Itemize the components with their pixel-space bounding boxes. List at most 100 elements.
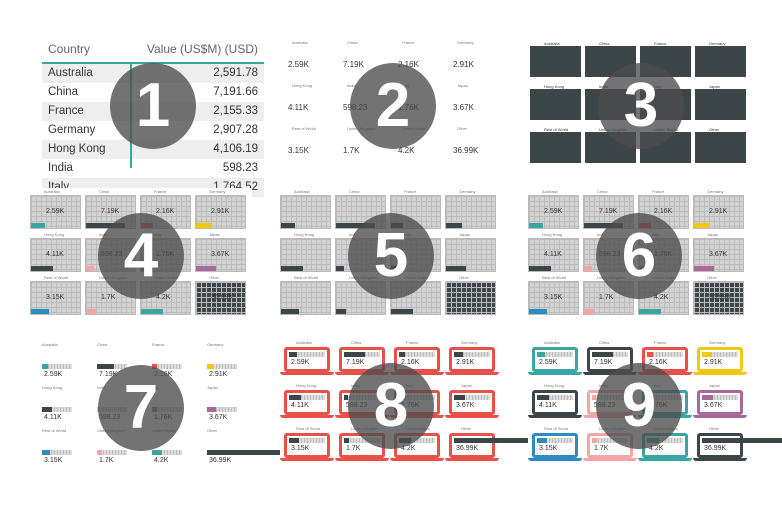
- country-label: Japan: [209, 232, 220, 237]
- value-label: 2.91K: [209, 371, 228, 378]
- value-label: 2.91K: [211, 208, 230, 215]
- country-label: Hong Kong: [296, 383, 317, 388]
- dark-tile: [530, 132, 581, 163]
- value-label: 7.19K: [343, 60, 364, 69]
- country-label: Hong Kong: [294, 232, 315, 237]
- value-label: 1.7K: [99, 457, 114, 464]
- country-label: Germany: [707, 189, 724, 194]
- mini-fill: [537, 395, 549, 400]
- cell-value: 598.23: [222, 162, 258, 174]
- header-value[interactable]: Value (US$M) (USD): [147, 42, 258, 56]
- country-label: China: [97, 342, 108, 347]
- country-label: Rest of World: [296, 426, 321, 431]
- waffle-fill: [336, 266, 344, 271]
- panel-number-3: 3: [598, 62, 684, 149]
- header-country[interactable]: Country: [48, 42, 90, 56]
- value-label: 3.15K: [544, 294, 563, 301]
- value-label: 2.59K: [288, 60, 309, 69]
- mini-waffle: [42, 407, 72, 412]
- value-label: 3.67K: [209, 414, 228, 421]
- value-label: 7.19K: [599, 208, 618, 215]
- value-label: 4.11K: [288, 103, 309, 112]
- waffle-fill: [391, 309, 414, 314]
- country-label: Australia: [296, 340, 312, 345]
- country-label: China: [347, 40, 358, 45]
- value-label: 3.67K: [211, 251, 230, 258]
- value-label: 2.91K: [456, 359, 475, 366]
- waffle-fill: [529, 266, 552, 271]
- laptop-base: [445, 458, 499, 461]
- value-label: 3.67K: [456, 402, 475, 409]
- value-label: 2.59K: [46, 208, 65, 215]
- waffle-grid: [445, 195, 496, 229]
- country-label: Japan: [461, 383, 472, 388]
- mini-fill: [454, 395, 465, 400]
- panel-4: 4 Australia 2.59K China 7.19K France 2.16K Germ…: [30, 188, 252, 323]
- country-label: Rest of World: [44, 275, 69, 280]
- laptop-base: [390, 458, 444, 461]
- mini-waffle: [97, 450, 127, 455]
- mini-fill: [97, 364, 115, 369]
- dark-tile: [695, 46, 746, 77]
- waffle-fill: [639, 309, 662, 314]
- table-row[interactable]: India 598.23: [42, 159, 264, 178]
- value-label: 2.16K: [654, 208, 673, 215]
- laptop-base: [583, 458, 637, 461]
- mini-waffle: [702, 395, 738, 400]
- mini-waffle: [42, 450, 72, 455]
- country-label: Rest of World: [544, 426, 569, 431]
- mini-fill: [592, 438, 598, 443]
- laptop-base: [638, 458, 692, 461]
- waffle-fill: [31, 266, 54, 271]
- country-label: China: [597, 189, 608, 194]
- value-label: 36.99K: [211, 294, 234, 301]
- value-label: 7.19K: [101, 208, 120, 215]
- value-label: 4.11K: [544, 251, 562, 258]
- country-label: Australia: [544, 340, 560, 345]
- waffle-fill: [196, 223, 213, 228]
- mini-waffle: [289, 352, 325, 357]
- panel-2: 2 Australia 2.59K China 7.19K France 2.16K Germ…: [282, 38, 504, 173]
- value-label: 36.99K: [453, 146, 479, 155]
- waffle-fill: [281, 309, 300, 314]
- value-label: 1.7K: [594, 445, 609, 452]
- value-label: 1.7K: [343, 146, 360, 155]
- laptop-base: [445, 415, 499, 418]
- waffle-fill: [196, 266, 217, 271]
- mini-waffle: [207, 450, 297, 455]
- value-label: 1.7K: [346, 445, 361, 452]
- country-label: Australia: [294, 189, 310, 194]
- country-label: Australia: [42, 342, 58, 347]
- value-label: 36.99K: [704, 445, 727, 452]
- country-label: Germany: [207, 342, 224, 347]
- value-label: 36.99K: [209, 457, 232, 464]
- waffle-grid: [445, 238, 496, 272]
- laptop-icon: 3.67K: [697, 390, 743, 415]
- waffle-fill: [281, 223, 296, 228]
- laptop-icon: 2.91K: [697, 347, 743, 372]
- country-label: Other: [459, 275, 470, 280]
- panel-6: 6 Australia 2.59K China 7.19K France 2.16K Germ…: [528, 188, 750, 323]
- mini-fill: [344, 438, 350, 443]
- country-label: Hong Kong: [542, 232, 563, 237]
- laptop-icon: 4.11K: [284, 390, 330, 415]
- mini-waffle: [289, 395, 325, 400]
- waffle-fill: [529, 223, 544, 228]
- panel-number-1: 1: [110, 62, 196, 149]
- laptop-base: [693, 372, 747, 375]
- panel-number-4: 4: [98, 212, 184, 299]
- cell-country: Australia: [48, 67, 93, 79]
- cell-country: Germany: [48, 124, 96, 136]
- country-label: China: [349, 189, 360, 194]
- mini-fill: [702, 352, 711, 357]
- country-label: Hong Kong: [44, 232, 65, 237]
- waffle-fill: [446, 223, 463, 228]
- value-label: 4.2K: [154, 457, 169, 464]
- mini-waffle: [42, 364, 72, 369]
- waffle-fill: [584, 266, 592, 271]
- value-label: 36.99K: [709, 294, 732, 301]
- country-label: China: [351, 340, 362, 345]
- value-label: 3.15K: [46, 294, 65, 301]
- laptop-base: [693, 415, 747, 418]
- value-label: 2.16K: [156, 208, 175, 215]
